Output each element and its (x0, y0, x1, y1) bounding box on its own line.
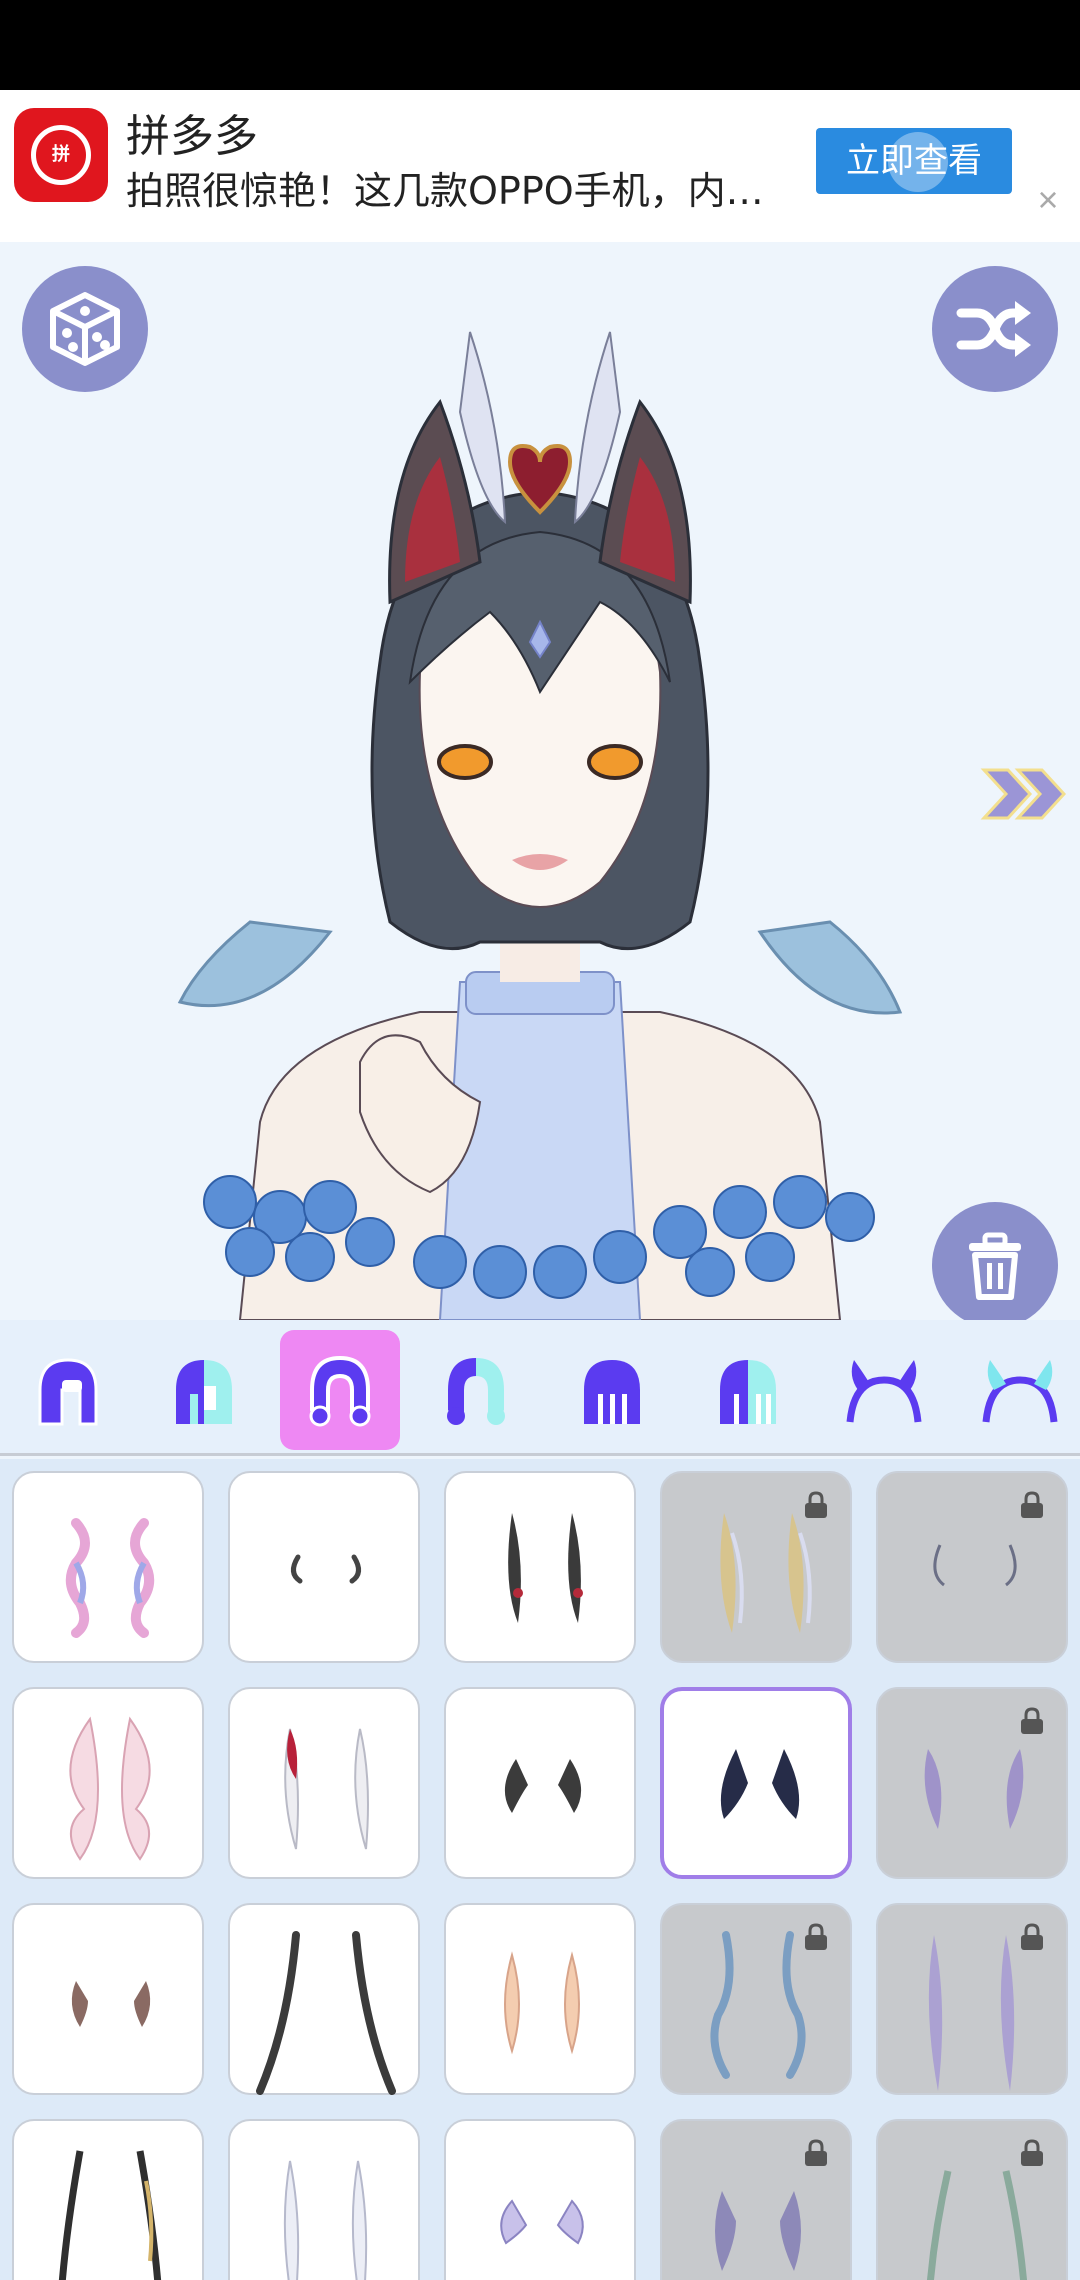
random-button[interactable] (22, 266, 148, 392)
character-preview (0, 242, 1080, 1320)
item-lavender-long-feathers[interactable] (876, 1903, 1068, 2095)
lock-icon (1021, 1707, 1043, 1734)
ad-description: 拍照很惊艳！这几款OPPO手机，内… (126, 169, 764, 213)
close-icon[interactable]: × (1030, 182, 1066, 218)
double-chevron-right-icon[interactable] (978, 764, 1068, 824)
brown-small-horns-icon (71, 1981, 151, 2027)
tab-hair-back[interactable] (280, 1330, 400, 1450)
black-gold-long-horns-icon (58, 2150, 162, 2280)
item-black-gold-long-horns[interactable] (12, 2119, 204, 2280)
item-golden-feather-horns[interactable] (660, 1471, 852, 1663)
peach-feathers-icon (504, 1951, 580, 2055)
status-bar (0, 0, 1080, 90)
horns-headband-icon (846, 1360, 922, 1423)
pink-swirl-horns-icon (65, 1518, 155, 1638)
small-hook-horns-icon (291, 1554, 361, 1584)
black-feather-horns-icon (508, 1513, 583, 1623)
item-thin-hook-horns[interactable] (876, 1471, 1068, 1663)
tab-hair-bangs[interactable] (552, 1330, 672, 1450)
tab-hair-back-two-tone[interactable] (416, 1330, 536, 1450)
tab-horns-headband-color[interactable] (960, 1330, 1080, 1450)
hair-bangs-two-tone-icon (720, 1360, 776, 1424)
character-illustration (177, 331, 903, 1320)
item-red-white-feathers[interactable] (228, 1687, 420, 1879)
item-blue-swirl-horns[interactable] (660, 1903, 852, 2095)
item-pink-feather-wings[interactable] (12, 1687, 204, 1879)
ad-banner[interactable]: 拼 拼多多 拍照很惊艳！这几款OPPO手机，内… 立即查看 × 广告 (0, 90, 1080, 336)
hair-back-icon (309, 1355, 371, 1427)
shuffle-button[interactable] (932, 266, 1058, 392)
lock-icon (1021, 2139, 1043, 2166)
hair-back-two-tone-icon (447, 1358, 505, 1425)
lock-icon (805, 1923, 827, 1950)
tab-hair-front-short[interactable] (8, 1330, 128, 1450)
pinduoduo-logo-icon: 拼 (14, 108, 108, 202)
tab-hair-bangs-two-tone[interactable] (688, 1330, 808, 1450)
hair-front-side-icon (176, 1360, 232, 1424)
horns-headband-color-icon (982, 1360, 1058, 1423)
lock-icon (1021, 1491, 1043, 1518)
item-small-hook-horns[interactable] (228, 1471, 420, 1663)
item-pink-swirl-horns[interactable] (12, 1471, 204, 1663)
hair-front-short-icon (38, 1358, 98, 1426)
ad-cta-label: 立即查看 (846, 141, 982, 181)
item-grid (0, 1459, 1080, 2280)
item-green-long-horns[interactable] (876, 2119, 1068, 2280)
lock-icon (1021, 1923, 1043, 1950)
item-purple-curved-horns[interactable] (660, 2119, 852, 2280)
lock-icon (805, 1491, 827, 1518)
category-tabs (0, 1320, 1080, 1456)
item-peach-feathers[interactable] (444, 1903, 636, 2095)
shuffle-icon (956, 301, 1031, 357)
item-lilac-small-horns[interactable] (444, 2119, 636, 2280)
item-white-long-feathers[interactable] (228, 2119, 420, 2280)
item-brown-small-horns[interactable] (12, 1903, 204, 2095)
item-black-feather-horns[interactable] (444, 1471, 636, 1663)
item-long-black-horns[interactable] (228, 1903, 420, 2095)
item-lavender-feathers[interactable] (876, 1687, 1068, 1879)
trash-icon (969, 1232, 1021, 1300)
ad-view-now-button[interactable]: 立即查看 (816, 128, 1012, 194)
lock-icon (805, 2139, 827, 2166)
pink-feather-wings-icon (69, 1716, 151, 1861)
long-black-horns-icon (256, 1931, 396, 2095)
dark-curved-horns-icon (504, 1759, 582, 1813)
item-navy-curved-horns[interactable] (660, 1687, 852, 1879)
tab-hair-front-side[interactable] (144, 1330, 264, 1450)
white-long-feathers-icon (283, 2160, 368, 2280)
navy-curved-horns-icon (720, 1749, 800, 1819)
item-dark-curved-horns[interactable] (444, 1687, 636, 1879)
tab-horns-headband[interactable] (824, 1330, 944, 1450)
delete-button[interactable] (932, 1202, 1058, 1320)
red-white-feathers-icon (284, 1728, 369, 1850)
hair-bangs-icon (584, 1360, 640, 1424)
lilac-small-horns-icon (500, 2199, 584, 2245)
ad-title: 拼多多 (126, 111, 258, 162)
dice-icon (50, 292, 120, 366)
